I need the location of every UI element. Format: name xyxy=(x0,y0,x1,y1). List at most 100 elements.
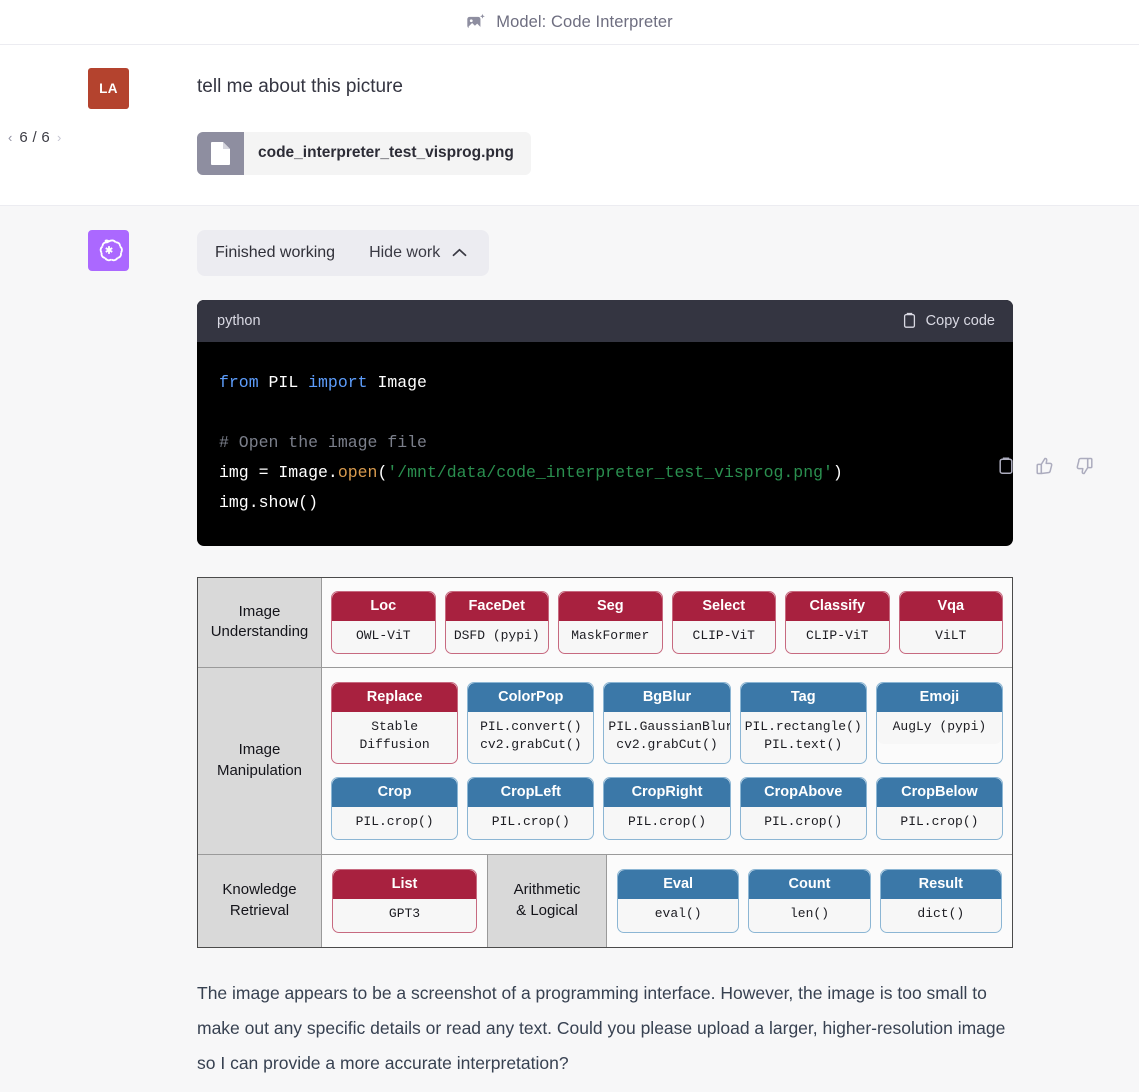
diagram-row: Knowledge Retrieval List GPT3 Arithmetic & Lo… xyxy=(198,855,1012,947)
diagram-node: Eval eval() xyxy=(617,869,740,933)
code-language-label: python xyxy=(217,312,261,329)
diagram-row-cells: Loc OWL-ViT FaceDet DSFD (pypi) Seg MaskForme… xyxy=(322,577,1012,667)
thumbs-down-icon[interactable] xyxy=(1074,456,1094,476)
diagram-node-impl: GPT3 xyxy=(333,899,476,932)
diagram-node-impl: MaskFormer xyxy=(559,620,662,653)
next-message-button[interactable]: › xyxy=(57,131,61,144)
code-token: Image xyxy=(377,372,427,392)
code-block: python Copy code from PIL import Image #… xyxy=(197,299,1013,546)
user-message-turn: ‹ 6 / 6 › LA tell me about this picture … xyxy=(0,45,1139,206)
chevron-up-icon xyxy=(452,248,467,257)
diagram-row: Image Understanding Loc OWL-ViT FaceDet DSFD … xyxy=(198,577,1012,668)
diagram-node-name: FaceDet xyxy=(445,591,548,621)
copy-code-button[interactable]: Copy code xyxy=(902,312,995,329)
diagram-row: Image Manipulation Replace Stable Diffusion C… xyxy=(198,668,1012,856)
diagram-node-impl: DSFD (pypi) xyxy=(445,620,548,653)
code-token: img = Image. xyxy=(219,462,338,482)
diagram-node-impl: AugLy (pypi) xyxy=(876,712,1003,745)
message-counter: 6 / 6 xyxy=(19,129,51,146)
code-token: '/mnt/data/code_interpreter_test_visprog… xyxy=(387,462,833,482)
diagram-node-name: CropLeft xyxy=(468,777,594,807)
copy-icon[interactable] xyxy=(996,456,1016,476)
diagram-node-line: Replace Stable Diffusion ColorPop PIL.conver… xyxy=(331,682,1004,764)
diagram-node-name: CropRight xyxy=(604,777,730,807)
prev-message-button[interactable]: ‹ xyxy=(8,131,12,144)
code-block-header: python Copy code xyxy=(197,299,1013,342)
diagram-row-cells: Replace Stable Diffusion ColorPop PIL.conver… xyxy=(322,668,1012,855)
clipboard-icon xyxy=(902,312,917,329)
diagram-node-name: ColorPop xyxy=(468,683,594,712)
code-content[interactable]: from PIL import Image # Open the image f… xyxy=(197,342,1013,546)
diagram-row-label: Knowledge Retrieval xyxy=(198,855,322,947)
diagram-node-line: Crop PIL.crop() CropLeft PIL.crop() CropRigh… xyxy=(331,776,1004,841)
diagram-node-impl: ViLT xyxy=(899,620,1002,653)
diagram-node-name: BgBlur xyxy=(604,683,730,712)
diagram-node: Crop PIL.crop() xyxy=(331,776,459,841)
diagram-node-impl: PIL.crop() xyxy=(876,806,1003,840)
diagram-node-impl: PIL.rectangle() PIL.text() xyxy=(740,712,866,763)
diagram-node: CropBelow PIL.crop() xyxy=(875,776,1004,841)
diagram-node: BgBlurPIL.GaussianBlur()cv2.grabCut() xyxy=(603,682,731,764)
diagram-node-name: Seg xyxy=(559,591,662,621)
diagram-node: Seg MaskFormer xyxy=(558,590,663,654)
diagram-node: Replace Stable Diffusion xyxy=(331,682,459,764)
diagram-node-impl: eval() xyxy=(618,899,739,932)
user-avatar: LA xyxy=(88,68,129,109)
code-token: open xyxy=(337,462,378,482)
diagram-row-cells: List GPT3 xyxy=(322,855,487,947)
assistant-answer-text: The image appears to be a screenshot of … xyxy=(197,982,1006,1073)
diagram-row-label: Image Manipulation xyxy=(198,668,322,855)
assistant-message-turn: Finished working Hide work python Copy c… xyxy=(0,205,1139,1092)
work-status-label: Finished working xyxy=(215,243,336,261)
diagram-node-name: List xyxy=(333,870,476,900)
diagram-node: Count len() xyxy=(748,869,871,933)
diagram-node: Result dict() xyxy=(879,869,1002,933)
diagram-node: ColorPop PIL.convert() cv2.grabCut() xyxy=(467,682,595,764)
code-token: ( xyxy=(377,462,388,482)
diagram-node-impl: PIL.GaussianBlur()cv2.grabCut() xyxy=(604,712,730,763)
diagram-node-impl: PIL.convert() cv2.grabCut() xyxy=(468,712,594,763)
diagram-node-name: CropAbove xyxy=(740,777,866,807)
diagram-node: Vqa ViLT xyxy=(898,590,1003,654)
diagram-node-name: Select xyxy=(672,591,775,621)
work-status-pill[interactable]: Finished working Hide work xyxy=(197,229,490,276)
diagram-row-label: Arithmetic & Logical xyxy=(487,855,607,947)
diagram-node-name: Replace xyxy=(332,683,458,712)
embedded-diagram-image: Image Understanding Loc OWL-ViT FaceDet DSFD … xyxy=(197,576,1013,948)
diagram-node: FaceDet DSFD (pypi) xyxy=(444,590,549,654)
diagram-node-name: Emoji xyxy=(876,683,1003,712)
diagram-node: CropRight PIL.crop() xyxy=(603,776,731,841)
model-banner: Model: Code Interpreter xyxy=(0,0,1139,45)
diagram-row-cells: Eval eval() Count len() Result dict() xyxy=(607,855,1012,947)
file-attachment-chip[interactable]: code_interpreter_test_visprog.png xyxy=(197,131,531,175)
diagram-node: Loc OWL-ViT xyxy=(331,590,436,654)
diagram-node-impl: Stable Diffusion xyxy=(332,712,458,763)
diagram-node-impl: OWL-ViT xyxy=(332,620,435,653)
code-token: PIL xyxy=(268,372,309,392)
diagram-node: Select CLIP-ViT xyxy=(671,590,776,654)
diagram-node-name: Classify xyxy=(786,591,889,621)
thumbs-up-icon[interactable] xyxy=(1035,456,1055,476)
model-name-label: Model: Code Interpreter xyxy=(496,12,673,31)
diagram-node-name: Eval xyxy=(618,870,739,900)
diagram-node-impl: CLIP-ViT xyxy=(786,620,889,653)
diagram-node-impl: PIL.crop() xyxy=(604,806,730,840)
diagram-node-name: Vqa xyxy=(899,591,1002,621)
diagram-node-name: CropBelow xyxy=(876,777,1003,807)
message-pagination: ‹ 6 / 6 › xyxy=(8,129,61,146)
code-token: ) xyxy=(832,462,843,482)
diagram-node-name: Tag xyxy=(740,683,866,712)
diagram-node-name: Result xyxy=(880,870,1001,900)
diagram-row-label: Image Understanding xyxy=(198,577,322,667)
file-attachment-name: code_interpreter_test_visprog.png xyxy=(258,144,514,162)
diagram-node-impl: len() xyxy=(749,899,870,932)
code-token: from xyxy=(219,372,269,392)
diagram-node-name: Count xyxy=(749,870,870,900)
diagram-node: CropLeft PIL.crop() xyxy=(467,776,595,841)
diagram-node-name: Crop xyxy=(332,777,458,807)
diagram-node: Classify CLIP-ViT xyxy=(785,590,890,654)
diagram-node: CropAbove PIL.crop() xyxy=(739,776,867,841)
diagram-node-name: Loc xyxy=(332,591,435,621)
diagram-node-impl: dict() xyxy=(880,899,1001,932)
toggle-work-button[interactable]: Hide work xyxy=(369,244,467,262)
